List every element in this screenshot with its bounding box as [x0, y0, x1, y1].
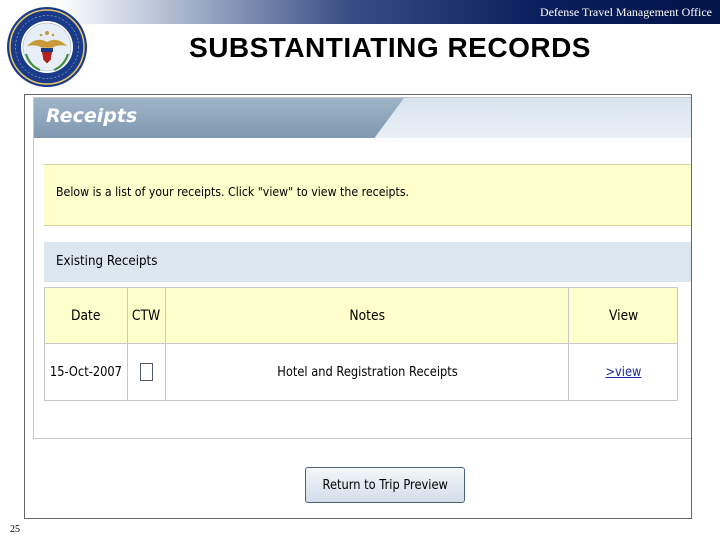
table-row: 15-Oct-2007 Hotel and Registration Recei… — [44, 343, 678, 401]
return-to-trip-preview-button[interactable]: Return to Trip Preview — [305, 467, 465, 503]
receipt-notes: Hotel and Registration Receipts — [276, 364, 458, 380]
table-header-row: Date CTW Notes View — [44, 287, 678, 344]
receipts-header-bar: Receipts — [34, 98, 691, 138]
column-header-date: Date — [44, 287, 128, 344]
view-receipt-link[interactable]: >view — [605, 365, 641, 380]
slide-title: SUBSTANTIATING RECORDS — [189, 32, 591, 63]
column-header-ctw: CTW — [126, 287, 166, 344]
column-header-view: View — [568, 287, 678, 344]
column-header-notes: Notes — [164, 287, 570, 344]
receipt-date: 15-Oct-2007 — [49, 364, 122, 380]
existing-receipts-title: Existing Receipts — [56, 253, 158, 269]
screenshot-frame: Receipts Below is a list of your receipt… — [24, 94, 692, 519]
receipts-panel: Receipts Below is a list of your receipt… — [33, 97, 691, 439]
receipt-date-cell: 15-Oct-2007 — [44, 343, 128, 401]
receipts-table: Date CTW Notes View 15-Oct-2007 Hotel an… — [44, 287, 678, 401]
info-message-box: Below is a list of your receipts. Click … — [44, 164, 691, 226]
info-message: Below is a list of your receipts. Click … — [56, 184, 410, 199]
page-number: 25 — [10, 524, 20, 535]
receipts-title: Receipts — [46, 105, 138, 127]
dod-seal-logo — [7, 7, 87, 87]
ctw-cell — [126, 343, 166, 401]
receipt-view-cell: >view — [568, 343, 678, 401]
receipt-notes-cell: Hotel and Registration Receipts — [164, 343, 570, 401]
existing-receipts-bar: Existing Receipts — [44, 242, 691, 282]
office-name: Defense Travel Management Office — [539, 5, 712, 19]
ctw-checkbox[interactable] — [139, 363, 153, 381]
top-banner: Defense Travel Management Office — [0, 0, 720, 24]
